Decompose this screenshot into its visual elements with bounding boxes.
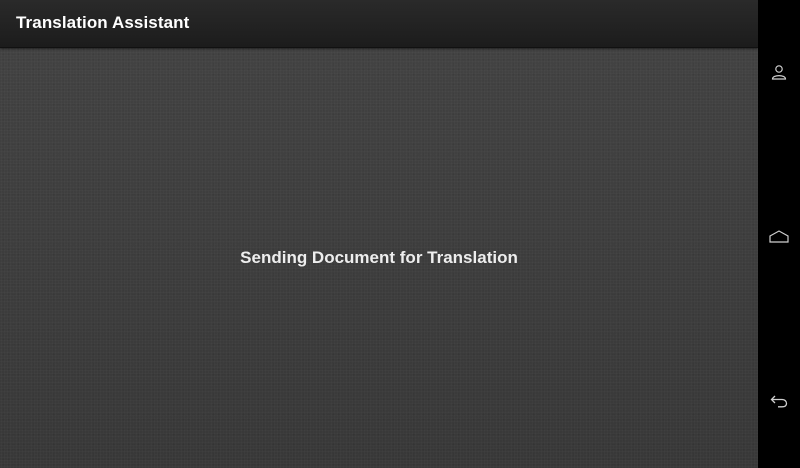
home-button[interactable]	[769, 227, 789, 247]
status-message: Sending Document for Translation	[240, 248, 518, 267]
app-window: Translation Assistant Sending Document f…	[0, 0, 758, 468]
back-icon	[770, 394, 788, 408]
action-bar: Translation Assistant	[0, 0, 758, 48]
profile-icon	[771, 64, 787, 80]
app-title: Translation Assistant	[16, 13, 190, 32]
profile-button[interactable]	[769, 62, 789, 82]
system-nav-bar	[758, 0, 800, 468]
home-icon	[769, 230, 789, 244]
device-screen: Translation Assistant Sending Document f…	[0, 0, 800, 468]
back-button[interactable]	[769, 391, 789, 411]
main-content: Sending Document for Translation	[0, 48, 758, 468]
